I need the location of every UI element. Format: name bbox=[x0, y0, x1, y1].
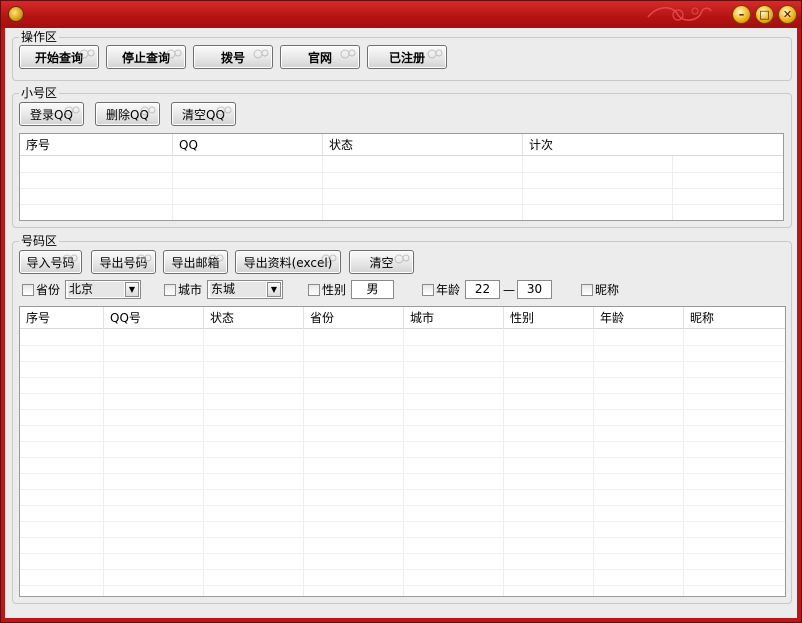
delete-qq-button[interactable]: 删除QQ bbox=[95, 102, 160, 126]
numbers-col-nickname[interactable]: 昵称 bbox=[683, 307, 785, 329]
chevron-down-icon[interactable]: ▼ bbox=[125, 282, 139, 297]
numbers-table-header: 序号 QQ号 状态 省份 城市 性别 年龄 昵称 bbox=[20, 307, 785, 329]
cloud-swirl-icon bbox=[394, 254, 410, 264]
start-query-button[interactable]: 开始查询 bbox=[19, 45, 99, 69]
cloud-swirl-icon bbox=[166, 49, 182, 59]
cloud-swirl-icon bbox=[79, 49, 95, 59]
accounts-table[interactable]: 序号 QQ 状态 计次 bbox=[19, 133, 784, 221]
stop-query-button[interactable]: 停止查询 bbox=[106, 45, 186, 69]
export-numbers-button[interactable]: 导出号码 bbox=[91, 250, 156, 274]
gender-label: 性别 bbox=[322, 283, 347, 297]
cloud-swirl-icon bbox=[253, 49, 269, 59]
title-bar[interactable]: – □ ✕ bbox=[1, 1, 801, 28]
gender-checkbox[interactable] bbox=[308, 284, 320, 296]
age-checkbox[interactable] bbox=[422, 284, 434, 296]
numbers-col-gender[interactable]: 性别 bbox=[503, 307, 593, 329]
cloud-swirl-icon bbox=[647, 7, 712, 21]
province-select[interactable]: 北京 ▼ bbox=[65, 280, 141, 299]
cloud-swirl-icon bbox=[340, 49, 356, 59]
cloud-swirl-icon bbox=[62, 254, 78, 264]
main-window: – □ ✕ 操作区 开始查询 停止查询 拨号 官网 已注册 小号区 登录QQ 删… bbox=[0, 0, 802, 623]
cloud-swirl-icon bbox=[136, 254, 152, 264]
maximize-button[interactable]: □ bbox=[755, 5, 774, 24]
age-max-field[interactable]: 30 bbox=[517, 280, 552, 299]
city-label: 城市 bbox=[178, 283, 203, 297]
numbers-col-index[interactable]: 序号 bbox=[20, 307, 103, 329]
dial-button[interactable]: 拨号 bbox=[193, 45, 273, 69]
age-separator: — bbox=[503, 283, 515, 297]
numbers-col-age[interactable]: 年龄 bbox=[593, 307, 683, 329]
numbers-table[interactable]: 序号 QQ号 状态 省份 城市 性别 年龄 昵称 bbox=[19, 306, 786, 597]
app-coin-icon bbox=[8, 6, 24, 22]
nickname-checkbox[interactable] bbox=[581, 284, 593, 296]
import-numbers-button[interactable]: 导入号码 bbox=[19, 250, 82, 274]
clear-numbers-button[interactable]: 清空 bbox=[349, 250, 414, 274]
export-email-button[interactable]: 导出邮箱 bbox=[163, 250, 228, 274]
accounts-group-title: 小号区 bbox=[19, 86, 60, 100]
province-checkbox[interactable] bbox=[22, 284, 34, 296]
nickname-label: 昵称 bbox=[595, 283, 620, 297]
numbers-col-qq[interactable]: QQ号 bbox=[103, 307, 203, 329]
minimize-button[interactable]: – bbox=[732, 5, 751, 24]
city-select[interactable]: 东城 ▼ bbox=[207, 280, 283, 299]
city-checkbox[interactable] bbox=[164, 284, 176, 296]
province-value: 北京 bbox=[68, 282, 124, 297]
numbers-col-city[interactable]: 城市 bbox=[403, 307, 503, 329]
numbers-col-province[interactable]: 省份 bbox=[303, 307, 403, 329]
city-value: 东城 bbox=[210, 282, 266, 297]
client-area: 操作区 开始查询 停止查询 拨号 官网 已注册 小号区 登录QQ 删除QQ 清空… bbox=[5, 28, 797, 618]
official-site-button[interactable]: 官网 bbox=[280, 45, 360, 69]
numbers-col-status[interactable]: 状态 bbox=[203, 307, 303, 329]
cloud-swirl-icon bbox=[321, 254, 337, 264]
cloud-swirl-icon bbox=[64, 106, 80, 116]
cloud-swirl-icon bbox=[140, 106, 156, 116]
cloud-swirl-icon bbox=[427, 49, 443, 59]
accounts-table-header: 序号 QQ 状态 计次 bbox=[20, 134, 783, 156]
accounts-col-count[interactable]: 计次 bbox=[522, 134, 783, 156]
gender-field[interactable]: 男 bbox=[351, 280, 394, 299]
clear-qq-button[interactable]: 清空QQ bbox=[171, 102, 236, 126]
numbers-group-title: 号码区 bbox=[19, 234, 60, 248]
operation-group-title: 操作区 bbox=[19, 30, 60, 44]
registered-button[interactable]: 已注册 bbox=[367, 45, 447, 69]
province-label: 省份 bbox=[36, 283, 61, 297]
accounts-col-index[interactable]: 序号 bbox=[20, 134, 172, 156]
cloud-swirl-icon bbox=[208, 254, 224, 264]
close-button[interactable]: ✕ bbox=[778, 5, 797, 24]
accounts-col-qq[interactable]: QQ bbox=[172, 134, 322, 156]
login-qq-button[interactable]: 登录QQ bbox=[19, 102, 84, 126]
accounts-col-status[interactable]: 状态 bbox=[322, 134, 522, 156]
cloud-swirl-icon bbox=[216, 106, 232, 116]
export-excel-button[interactable]: 导出资料(excel) bbox=[235, 250, 341, 274]
age-min-field[interactable]: 22 bbox=[465, 280, 500, 299]
age-label: 年龄 bbox=[436, 283, 461, 297]
chevron-down-icon[interactable]: ▼ bbox=[267, 282, 281, 297]
